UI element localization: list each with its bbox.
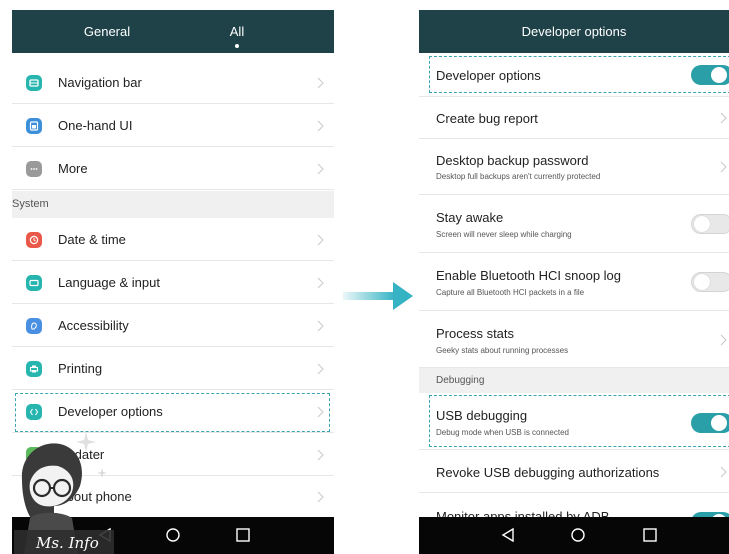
chevron-right-icon xyxy=(720,466,727,478)
section-header-debugging: Debugging xyxy=(419,368,729,393)
chevron-right-icon xyxy=(317,163,324,175)
section-header-system: System xyxy=(12,191,334,218)
settings-item-accessibility[interactable]: Accessibility xyxy=(12,305,334,347)
settings-tab-bar: General All xyxy=(12,10,334,53)
bluetooth-hci-toggle[interactable] xyxy=(691,272,729,292)
clock-icon xyxy=(26,232,42,248)
settings-item-printing[interactable]: Printing xyxy=(12,348,334,390)
developer-options-title-bar: Developer options xyxy=(419,10,729,53)
setting-create-bug-report[interactable]: Create bug report xyxy=(419,97,729,139)
printer-icon xyxy=(26,361,42,377)
right-phone-screen: Developer options Developer options Crea… xyxy=(419,10,729,554)
more-icon xyxy=(26,161,42,177)
setting-title: Desktop backup password xyxy=(436,153,589,168)
chevron-right-icon xyxy=(317,491,324,503)
setting-subtitle: Screen will never sleep while charging xyxy=(436,230,572,239)
watermark-logo: Ms. Info xyxy=(14,430,114,554)
setting-bluetooth-hci-snoop-log[interactable]: Enable Bluetooth HCI snoop log Capture a… xyxy=(419,253,729,311)
stay-awake-toggle[interactable] xyxy=(691,214,729,234)
accessibility-icon xyxy=(26,318,42,334)
settings-item-date-time[interactable]: Date & time xyxy=(12,219,334,261)
section-label: Debugging xyxy=(436,375,485,386)
recents-icon[interactable] xyxy=(234,526,252,544)
chevron-right-icon xyxy=(317,120,324,132)
tab-general[interactable]: General xyxy=(12,10,202,53)
setting-title: Revoke USB debugging authorizations xyxy=(436,465,660,480)
setting-title: Enable Bluetooth HCI snoop log xyxy=(436,268,622,283)
settings-item-label: Navigation bar xyxy=(58,75,142,90)
developer-options-toggle-highlight xyxy=(429,56,729,93)
usb-debugging-highlight xyxy=(429,395,729,447)
settings-item-label: Printing xyxy=(58,361,103,376)
setting-title: Process stats xyxy=(436,326,515,341)
setting-process-stats[interactable]: Process stats Geeky stats about running … xyxy=(419,311,729,368)
developer-options-highlight xyxy=(15,393,330,432)
settings-item-label: Language & input xyxy=(58,275,160,290)
settings-item-label: Date & time xyxy=(58,232,126,247)
chevron-right-icon xyxy=(317,320,324,332)
arrow-right-icon xyxy=(343,282,413,310)
setting-stay-awake[interactable]: Stay awake Screen will never sleep while… xyxy=(419,195,729,253)
keyboard-icon xyxy=(26,275,42,291)
recents-icon[interactable] xyxy=(641,526,659,544)
settings-item-label: More xyxy=(58,161,88,176)
setting-subtitle: Geeky stats about running processes xyxy=(436,346,569,355)
chevron-right-icon xyxy=(317,363,324,375)
settings-item-more[interactable]: More xyxy=(12,148,334,190)
settings-item-navigation-bar[interactable]: Navigation bar xyxy=(12,62,334,104)
setting-subtitle: Desktop full backups aren't currently pr… xyxy=(436,172,601,181)
chevron-right-icon xyxy=(317,277,324,289)
section-label: System xyxy=(12,198,49,210)
settings-item-language-input[interactable]: Language & input xyxy=(12,262,334,304)
navigation-bar xyxy=(419,517,729,554)
settings-item-one-hand-ui[interactable]: One-hand UI xyxy=(12,105,334,147)
chevron-right-icon xyxy=(317,234,324,246)
active-tab-indicator xyxy=(235,44,239,48)
home-icon[interactable] xyxy=(164,526,182,544)
one-hand-icon xyxy=(26,118,42,134)
settings-item-label: One-hand UI xyxy=(58,118,133,133)
back-icon[interactable] xyxy=(499,526,517,544)
page-title: Developer options xyxy=(521,24,627,39)
setting-title: Create bug report xyxy=(436,111,538,126)
watermark-text: Ms. Info xyxy=(36,534,99,552)
setting-title: Stay awake xyxy=(436,210,504,225)
chevron-right-icon xyxy=(720,112,727,124)
settings-item-label: Accessibility xyxy=(58,318,129,333)
chevron-right-icon xyxy=(317,77,324,89)
setting-revoke-usb-debugging[interactable]: Revoke USB debugging authorizations xyxy=(419,450,729,493)
navigation-icon xyxy=(26,75,42,91)
setting-subtitle: Capture all Bluetooth HCI packets in a f… xyxy=(436,288,585,297)
chevron-right-icon xyxy=(720,161,727,173)
home-icon[interactable] xyxy=(569,526,587,544)
setting-desktop-backup-password[interactable]: Desktop backup password Desktop full bac… xyxy=(419,139,729,195)
chevron-right-icon xyxy=(720,334,727,346)
chevron-right-icon xyxy=(317,449,324,461)
